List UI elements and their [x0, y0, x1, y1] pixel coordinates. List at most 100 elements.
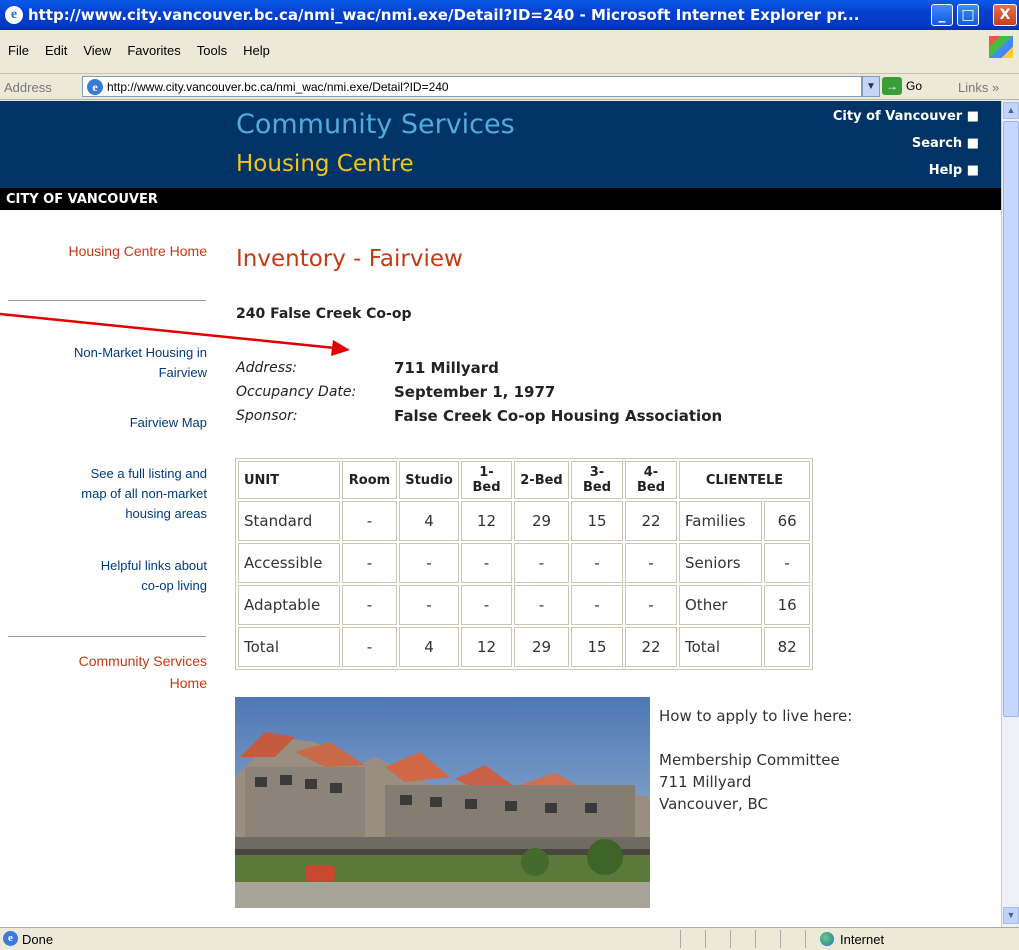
table-header-row: UNIT Room Studio 1-Bed 2-Bed 3-Bed 4-Bed…	[238, 461, 810, 499]
column-header: 1-Bed	[461, 461, 512, 499]
nav-fairview-map[interactable]: Fairview Map	[130, 413, 207, 433]
maximize-button[interactable]: □	[957, 4, 979, 26]
page-content: Community Services Housing Centre City o…	[0, 101, 1001, 927]
links-button[interactable]: Links »	[958, 80, 999, 95]
table-cell: Adaptable	[238, 585, 340, 625]
nav-divider	[8, 636, 206, 637]
table-cell: 15	[571, 627, 623, 667]
status-divider	[705, 930, 706, 948]
address-value: 711 Millyard	[394, 359, 499, 377]
menu-view[interactable]: View	[75, 30, 119, 58]
links-label: Links	[958, 80, 989, 95]
column-header: CLIENTELE	[679, 461, 810, 499]
table-cell: Families	[679, 501, 763, 541]
scroll-thumb[interactable]	[1003, 121, 1019, 717]
table-row: Accessible - - - - - - Seniors -	[238, 543, 810, 583]
title-bar: e http://www.city.vancouver.bc.ca/nmi_wa…	[0, 0, 1019, 30]
table-cell: 22	[625, 501, 677, 541]
address-bar: Address e http://www.city.vancouver.bc.c…	[0, 74, 1019, 100]
table-cell: -	[461, 585, 512, 625]
table-cell: -	[342, 627, 397, 667]
nav-helpful-links[interactable]: Helpful links about co-op living	[101, 556, 207, 596]
menu-file[interactable]: File	[0, 30, 37, 58]
annotation-arrow	[0, 312, 350, 356]
apply-info: How to apply to live here: Membership Co…	[659, 705, 852, 815]
menu-favorites[interactable]: Favorites	[119, 30, 188, 58]
menu-bar: File Edit View Favorites Tools Help	[0, 30, 1019, 74]
browser-window: e http://www.city.vancouver.bc.ca/nmi_wa…	[0, 0, 1019, 950]
address-input[interactable]: e http://www.city.vancouver.bc.ca/nmi_wa…	[82, 76, 862, 97]
search-link[interactable]: Search ■	[912, 136, 979, 151]
table-cell: Other	[679, 585, 763, 625]
table-cell: Seniors	[679, 543, 763, 583]
address-label: Address	[4, 80, 52, 95]
menu-help[interactable]: Help	[235, 30, 278, 58]
table-cell: 12	[461, 627, 512, 667]
occupancy-date-value: September 1, 1977	[394, 383, 556, 401]
window-title: http://www.city.vancouver.bc.ca/nmi_wac/…	[28, 6, 860, 24]
status-divider	[730, 930, 731, 948]
table-cell: -	[461, 543, 512, 583]
status-text: Done	[22, 932, 54, 947]
table-cell: 29	[514, 627, 569, 667]
table-row: Total -4 12 29 15 22 Total 82	[238, 627, 810, 667]
vertical-scrollbar[interactable]: ▲ ▼	[1001, 101, 1019, 927]
go-label: Go	[906, 79, 923, 93]
table-cell: -	[514, 585, 569, 625]
windows-logo-icon	[989, 36, 1013, 58]
table-cell: 16	[764, 585, 810, 625]
address-label: Address:	[236, 360, 298, 376]
table-cell: -	[625, 543, 677, 583]
page-icon: e	[87, 79, 103, 95]
table-cell: Total	[238, 627, 340, 667]
address-dropdown-button[interactable]: ▼	[862, 76, 880, 97]
nav-line: See a full listing and	[90, 466, 207, 481]
table-row: Standard -4 12 29 15 22 Families 66	[238, 501, 810, 541]
occupancy-date-label: Occupancy Date:	[236, 384, 357, 400]
table-cell: -	[342, 543, 397, 583]
nav-community-services-home[interactable]: Community Services Home	[79, 650, 207, 694]
table-cell: Total	[679, 627, 763, 667]
city-of-vancouver-link[interactable]: City of Vancouver ■	[833, 109, 979, 124]
menu-tools[interactable]: Tools	[189, 30, 235, 58]
status-divider	[755, 930, 756, 948]
status-divider	[780, 930, 781, 948]
status-divider	[805, 930, 806, 948]
table-row: Adaptable - - - - - - Other 16	[238, 585, 810, 625]
column-header: UNIT	[238, 461, 340, 499]
page-done-icon: e	[3, 931, 18, 946]
table-cell: 22	[625, 627, 677, 667]
table-cell: -	[764, 543, 810, 583]
table-cell: 15	[571, 501, 623, 541]
table-cell: -	[399, 585, 459, 625]
status-divider	[680, 930, 681, 948]
nav-line: map of all non-market	[81, 486, 207, 501]
apply-line: Membership Committee	[659, 751, 840, 769]
table-cell: Accessible	[238, 543, 340, 583]
table-cell: 4	[399, 627, 459, 667]
nav-full-listing[interactable]: See a full listing and map of all non-ma…	[81, 464, 207, 524]
housing-photo	[235, 697, 650, 908]
nav-line: co-op living	[141, 578, 207, 593]
table-cell: -	[342, 585, 397, 625]
table-cell: 66	[764, 501, 810, 541]
internet-globe-icon	[820, 932, 834, 946]
menu-edit[interactable]: Edit	[37, 30, 75, 58]
sponsor-label: Sponsor:	[236, 408, 298, 424]
scroll-down-arrow[interactable]: ▼	[1003, 907, 1019, 924]
apply-line: 711 Millyard	[659, 773, 752, 791]
minimize-button[interactable]: _	[931, 4, 953, 26]
table-cell: 82	[764, 627, 810, 667]
close-button[interactable]: X	[993, 4, 1017, 26]
nav-line: Fairview	[158, 365, 207, 380]
table-cell: -	[571, 585, 623, 625]
table-cell: 29	[514, 501, 569, 541]
nav-line: Home	[169, 675, 207, 691]
help-link[interactable]: Help ■	[929, 163, 979, 178]
go-button[interactable]: → Go	[882, 77, 932, 97]
unit-table: UNIT Room Studio 1-Bed 2-Bed 3-Bed 4-Bed…	[235, 458, 813, 670]
status-bar: e Done Internet	[0, 927, 1019, 950]
table-cell: 4	[399, 501, 459, 541]
scroll-up-arrow[interactable]: ▲	[1003, 102, 1019, 119]
address-url: http://www.city.vancouver.bc.ca/nmi_wac/…	[107, 80, 449, 94]
